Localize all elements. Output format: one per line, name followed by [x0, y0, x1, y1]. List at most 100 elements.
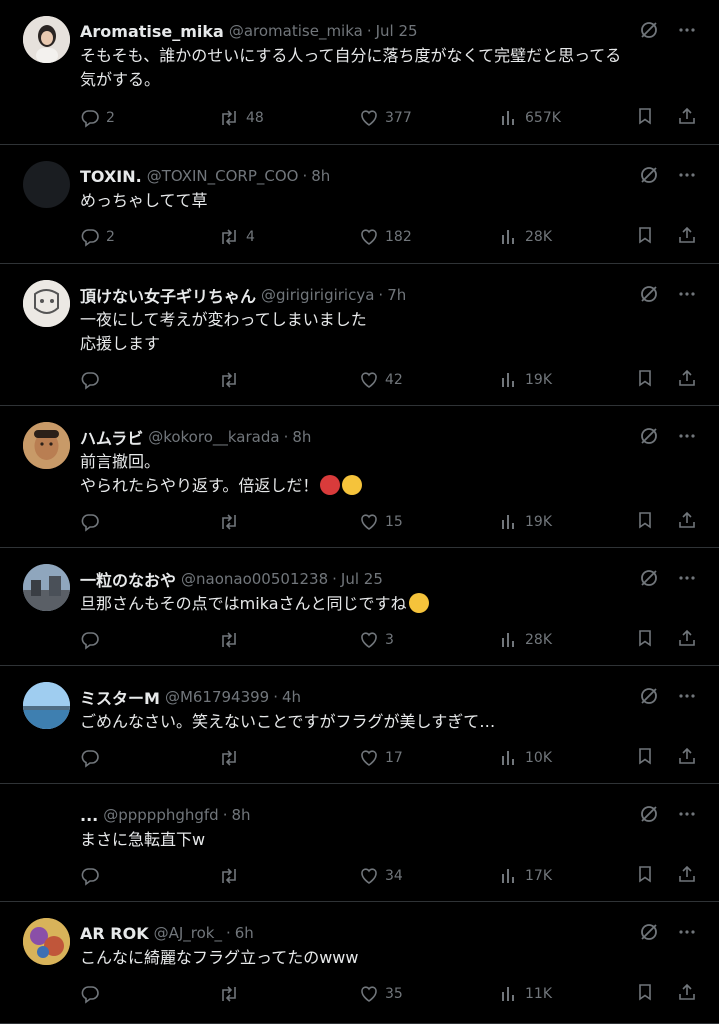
- avatar[interactable]: [23, 800, 70, 847]
- retweet-button[interactable]: 48: [218, 108, 359, 128]
- avatar[interactable]: [23, 16, 70, 63]
- share-icon[interactable]: [677, 368, 697, 392]
- like-button[interactable]: 3: [359, 630, 499, 650]
- more-icon[interactable]: [677, 20, 697, 44]
- bookmark-icon[interactable]: [635, 746, 655, 770]
- share-icon[interactable]: [677, 982, 697, 1006]
- more-icon[interactable]: [677, 804, 697, 828]
- reply-button[interactable]: 2: [80, 108, 218, 128]
- handle[interactable]: @kokoro__karada: [148, 428, 279, 446]
- retweet-button[interactable]: [218, 630, 359, 650]
- timestamp[interactable]: 6h: [235, 924, 254, 942]
- bookmark-icon[interactable]: [635, 982, 655, 1006]
- retweet-button[interactable]: [218, 866, 359, 886]
- handle[interactable]: @naonao00501238: [181, 570, 328, 588]
- display-name[interactable]: AR ROK: [80, 924, 149, 943]
- more-icon[interactable]: [677, 284, 697, 308]
- grok-icon[interactable]: [639, 568, 659, 592]
- more-icon[interactable]: [677, 922, 697, 946]
- tweet[interactable]: 一粒のなおや @naonao00501238 · Jul 25 旦那さんもその点…: [0, 548, 719, 666]
- avatar[interactable]: [23, 422, 70, 469]
- tweet[interactable]: TOXIN. @TOXIN_CORP_COO · 8h めっちゃしてて草 2 4…: [0, 145, 719, 264]
- avatar[interactable]: [23, 918, 70, 965]
- retweet-button[interactable]: [218, 512, 359, 532]
- like-button[interactable]: 182: [359, 227, 499, 247]
- views-button[interactable]: 28K: [499, 630, 635, 650]
- avatar[interactable]: [23, 682, 70, 729]
- grok-icon[interactable]: [639, 686, 659, 710]
- bookmark-icon[interactable]: [635, 628, 655, 652]
- timestamp[interactable]: 8h: [311, 167, 330, 185]
- reply-button[interactable]: [80, 866, 218, 886]
- like-button[interactable]: 377: [359, 108, 499, 128]
- grok-icon[interactable]: [639, 20, 659, 44]
- retweet-button[interactable]: 4: [218, 227, 359, 247]
- tweet[interactable]: ハムラビ @kokoro__karada · 8h 前言撤回。 やられたらやり返す…: [0, 406, 719, 548]
- reply-button[interactable]: [80, 512, 218, 532]
- tweet[interactable]: Aromatise_mika @aromatise_mika · Jul 25 …: [0, 0, 719, 145]
- grok-icon[interactable]: [639, 426, 659, 450]
- timestamp[interactable]: Jul 25: [376, 22, 418, 40]
- reply-button[interactable]: [80, 370, 218, 390]
- handle[interactable]: @AJ_rok_: [154, 924, 222, 942]
- reply-button[interactable]: [80, 748, 218, 768]
- tweet[interactable]: AR ROK @AJ_rok_ · 6h こんなに綺麗なフラグ立ってたのwww …: [0, 902, 719, 1024]
- share-icon[interactable]: [677, 746, 697, 770]
- tweet[interactable]: 頂けない女子ギリちゃん @girigirigiricya · 7h 一夜にして考…: [0, 264, 719, 406]
- like-button[interactable]: 35: [359, 984, 499, 1004]
- more-icon[interactable]: [677, 165, 697, 189]
- share-icon[interactable]: [677, 106, 697, 130]
- display-name[interactable]: ハムラビ: [80, 425, 143, 449]
- reply-button[interactable]: 2: [80, 227, 218, 247]
- display-name[interactable]: 一粒のなおや: [80, 567, 176, 591]
- bookmark-icon[interactable]: [635, 510, 655, 534]
- views-button[interactable]: 28K: [499, 227, 635, 247]
- like-button[interactable]: 42: [359, 370, 499, 390]
- views-button[interactable]: 19K: [499, 370, 635, 390]
- retweet-button[interactable]: [218, 748, 359, 768]
- retweet-button[interactable]: [218, 984, 359, 1004]
- like-button[interactable]: 17: [359, 748, 499, 768]
- handle[interactable]: @ppppphghgfd: [103, 806, 218, 824]
- timestamp[interactable]: 8h: [292, 428, 311, 446]
- share-icon[interactable]: [677, 864, 697, 888]
- avatar[interactable]: [23, 564, 70, 611]
- share-icon[interactable]: [677, 510, 697, 534]
- timestamp[interactable]: 7h: [387, 286, 406, 304]
- reply-button[interactable]: [80, 984, 218, 1004]
- handle[interactable]: @M61794399: [165, 688, 269, 706]
- timestamp[interactable]: Jul 25: [341, 570, 383, 588]
- retweet-button[interactable]: [218, 370, 359, 390]
- display-name[interactable]: 頂けない女子ギリちゃん: [80, 283, 256, 307]
- share-icon[interactable]: [677, 628, 697, 652]
- more-icon[interactable]: [677, 568, 697, 592]
- bookmark-icon[interactable]: [635, 368, 655, 392]
- views-button[interactable]: 17K: [499, 866, 635, 886]
- display-name[interactable]: Aromatise_mika: [80, 22, 224, 41]
- grok-icon[interactable]: [639, 284, 659, 308]
- tweet[interactable]: ... @ppppphghgfd · 8h まさに急転直下w 34 17K: [0, 784, 719, 902]
- timestamp[interactable]: 8h: [231, 806, 250, 824]
- avatar[interactable]: [23, 161, 70, 208]
- display-name[interactable]: ...: [80, 806, 98, 825]
- bookmark-icon[interactable]: [635, 225, 655, 249]
- grok-icon[interactable]: [639, 165, 659, 189]
- display-name[interactable]: TOXIN.: [80, 167, 142, 186]
- display-name[interactable]: ミスターM: [80, 685, 160, 709]
- grok-icon[interactable]: [639, 804, 659, 828]
- like-button[interactable]: 34: [359, 866, 499, 886]
- reply-button[interactable]: [80, 630, 218, 650]
- share-icon[interactable]: [677, 225, 697, 249]
- avatar[interactable]: [23, 280, 70, 327]
- more-icon[interactable]: [677, 426, 697, 450]
- bookmark-icon[interactable]: [635, 864, 655, 888]
- views-button[interactable]: 11K: [499, 984, 635, 1004]
- views-button[interactable]: 657K: [499, 108, 635, 128]
- more-icon[interactable]: [677, 686, 697, 710]
- handle[interactable]: @girigirigiricya: [261, 286, 374, 304]
- views-button[interactable]: 19K: [499, 512, 635, 532]
- bookmark-icon[interactable]: [635, 106, 655, 130]
- handle[interactable]: @TOXIN_CORP_COO: [147, 167, 299, 185]
- handle[interactable]: @aromatise_mika: [229, 22, 363, 40]
- views-button[interactable]: 10K: [499, 748, 635, 768]
